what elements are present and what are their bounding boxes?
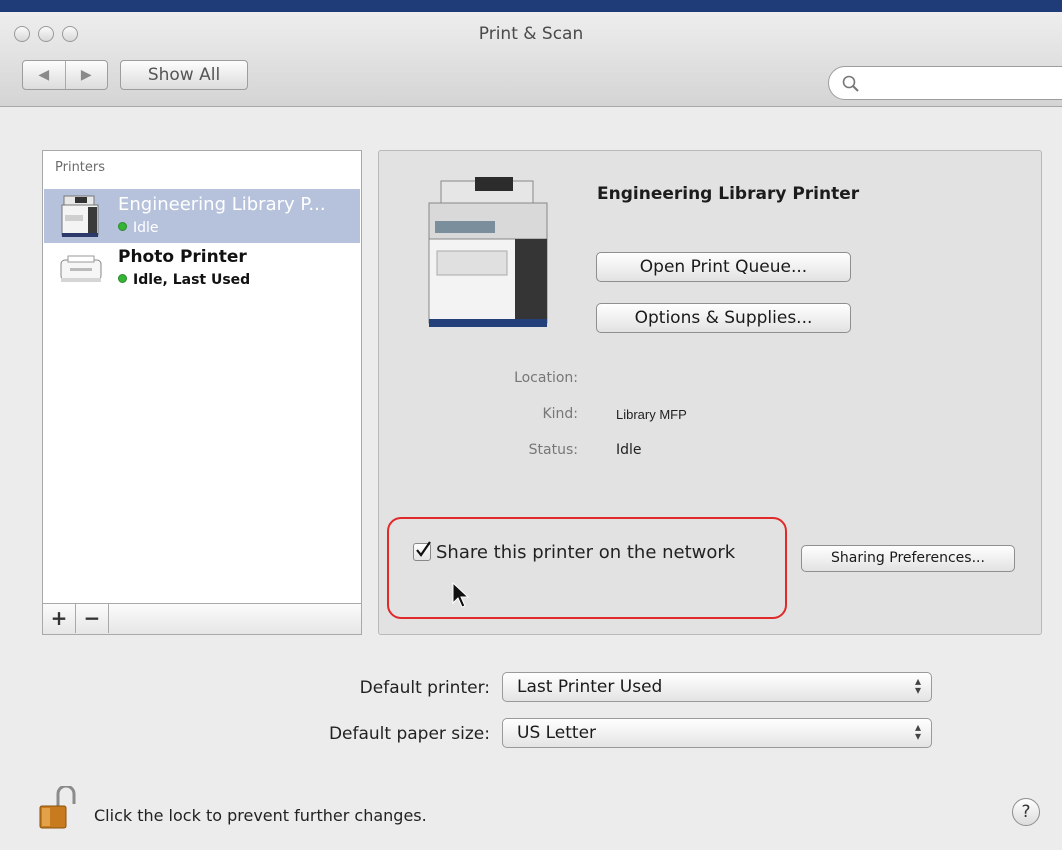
desktop-strip <box>0 0 1062 12</box>
default-printer-label: Default printer: <box>359 678 490 698</box>
default-paper-size-value: US Letter <box>517 723 597 743</box>
photo-printer-icon <box>60 255 102 282</box>
open-print-queue-button[interactable]: Open Print Queue... <box>596 252 851 282</box>
add-printer-button[interactable]: + <box>43 604 76 633</box>
printers-header: Printers <box>55 160 106 175</box>
lock-icon[interactable] <box>38 786 78 830</box>
printer-item-engineering-library[interactable]: Engineering Library P... Idle <box>44 189 360 243</box>
remove-printer-button[interactable]: − <box>76 604 109 633</box>
search-field[interactable] <box>828 66 1062 100</box>
status-dot-icon <box>118 222 127 231</box>
status-label: Status: <box>528 442 578 458</box>
sharing-preferences-button[interactable]: Sharing Preferences... <box>801 545 1015 572</box>
mouse-cursor-icon <box>452 581 470 608</box>
select-arrows-icon: ▴ ▾ <box>914 674 921 697</box>
location-label: Location: <box>514 370 578 386</box>
default-paper-size-select[interactable]: US Letter ▴ ▾ <box>502 718 932 748</box>
printer-image <box>428 177 548 327</box>
default-printer-select[interactable]: Last Printer Used ▴ ▾ <box>502 672 932 702</box>
back-arrow-icon: ◀ <box>38 67 50 83</box>
lock-message: Click the lock to prevent further change… <box>94 806 427 825</box>
select-arrows-icon: ▴ ▾ <box>914 720 921 743</box>
selected-printer-name: Engineering Library Printer <box>597 184 860 204</box>
share-printer-checkbox[interactable] <box>413 541 431 561</box>
mfp-printer-icon <box>61 195 99 237</box>
search-icon <box>842 75 859 92</box>
back-button[interactable]: ◀ <box>23 61 65 89</box>
printer-status: Idle, Last Used <box>118 272 250 288</box>
printer-item-photo-printer[interactable]: Photo Printer Idle, Last Used <box>44 244 360 298</box>
printer-details-panel: Engineering Library Printer Open Print Q… <box>378 150 1042 635</box>
back-forward-control: ◀ ▶ <box>22 60 108 90</box>
printer-status-text: Idle, Last Used <box>133 272 251 288</box>
status-value: Idle <box>616 442 642 458</box>
kind-value: Library MFP <box>616 407 687 422</box>
default-printer-value: Last Printer Used <box>517 677 663 697</box>
printer-status: Idle <box>118 220 159 236</box>
options-supplies-button[interactable]: Options & Supplies... <box>596 303 851 333</box>
print-scan-window: Print & Scan ◀ ▶ Show All Printers Engin… <box>0 0 1062 850</box>
status-dot-icon <box>118 274 127 283</box>
share-printer-label[interactable]: Share this printer on the network <box>436 542 735 563</box>
search-input[interactable] <box>865 72 1059 96</box>
help-button[interactable]: ? <box>1012 798 1040 826</box>
title-bar: Print & Scan ◀ ▶ Show All <box>0 12 1062 107</box>
show-all-button[interactable]: Show All <box>120 60 248 90</box>
share-highlight-annotation <box>387 517 787 619</box>
printer-name: Photo Printer <box>118 247 247 267</box>
checkmark-icon <box>416 541 431 557</box>
forward-arrow-icon: ▶ <box>80 67 92 83</box>
printer-status-text: Idle <box>133 220 159 236</box>
window-title: Print & Scan <box>478 24 584 44</box>
printer-list-footer: + − <box>43 603 361 634</box>
kind-label: Kind: <box>542 406 578 422</box>
default-paper-size-label: Default paper size: <box>328 724 490 744</box>
printer-name: Engineering Library P... <box>118 194 326 215</box>
printer-list: Printers Engineering Library P... Idle P… <box>42 150 362 635</box>
forward-button[interactable]: ▶ <box>64 61 108 89</box>
